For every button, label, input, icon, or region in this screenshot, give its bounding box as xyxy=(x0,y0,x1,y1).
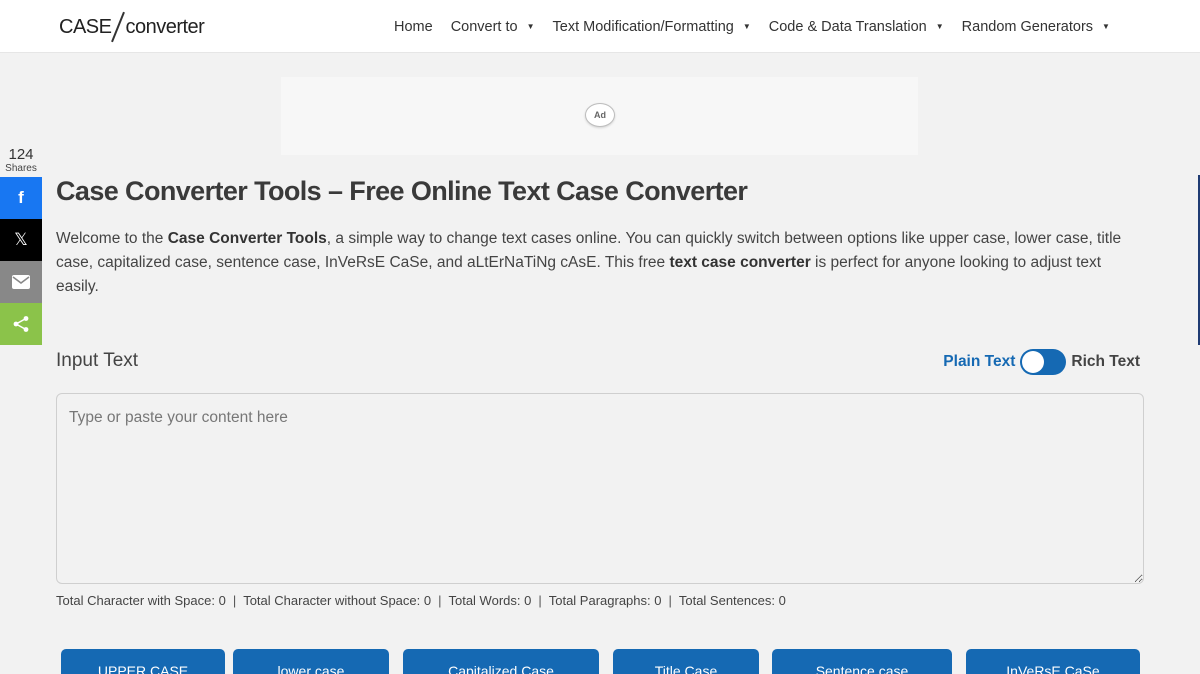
sentence-case-button[interactable]: Sentence case xyxy=(772,649,952,674)
nav-convert-to-label: Convert to xyxy=(450,18,518,35)
nav-random-generators[interactable]: Random Generators ▼ xyxy=(962,19,1110,35)
nav-code-data[interactable]: Code & Data Translation ▼ xyxy=(769,19,944,35)
title-case-button[interactable]: Title Case xyxy=(613,649,759,674)
stat-sentences: Total Sentences: 0 xyxy=(678,593,786,608)
site-logo[interactable]: CASE converter xyxy=(59,11,205,43)
ad-badge: Ad xyxy=(585,103,615,127)
capitalized-case-button[interactable]: Capitalized Case xyxy=(403,649,599,674)
text-stats: Total Character with Space: 0 | Total Ch… xyxy=(56,593,786,608)
share-icon xyxy=(13,316,29,332)
nav-convert-to[interactable]: Convert to ▼ xyxy=(451,19,535,35)
toggle-knob xyxy=(1022,351,1045,373)
stat-paragraphs: Total Paragraphs: 0 xyxy=(548,593,662,608)
more-share-button[interactable] xyxy=(0,303,42,345)
input-text-label: Input Text xyxy=(56,350,139,371)
caret-down-icon: ▼ xyxy=(1102,22,1110,31)
stat-words: Total Words: 0 xyxy=(448,593,532,608)
intro-bold-1: Case Converter Tools xyxy=(167,230,327,247)
nav-text-modification-label: Text Modification/Formatting xyxy=(552,18,734,35)
email-icon xyxy=(12,275,30,289)
case-buttons: UPPER CASE lower case Capitalized Case T… xyxy=(61,649,1141,674)
facebook-share-button[interactable]: f xyxy=(0,177,42,219)
upper-case-button[interactable]: UPPER CASE xyxy=(61,649,225,674)
share-count-label: Shares xyxy=(5,163,37,174)
text-mode-toggle[interactable] xyxy=(1020,349,1067,375)
caret-down-icon: ▼ xyxy=(935,22,944,31)
main-nav: Home Convert to ▼ Text Modification/Forma… xyxy=(394,0,1128,53)
rich-text-label[interactable]: Rich Text xyxy=(1071,353,1140,371)
ad-banner[interactable]: Ad xyxy=(281,77,918,155)
stat-separator: | xyxy=(538,593,542,608)
stat-separator: | xyxy=(438,593,442,608)
nav-home-label: Home xyxy=(394,18,433,35)
nav-code-data-label: Code & Data Translation xyxy=(768,18,927,35)
nav-random-generators-label: Random Generators xyxy=(961,18,1094,35)
share-count: 124 Shares xyxy=(0,143,42,177)
stat-chars-with-space: Total Character with Space: 0 xyxy=(56,593,226,608)
x-share-button[interactable]: 𝕏 xyxy=(0,219,42,261)
stat-separator: | xyxy=(668,593,672,608)
caret-down-icon: ▼ xyxy=(742,22,751,31)
stat-chars-without-space: Total Character without Space: 0 xyxy=(243,593,432,608)
logo-converter-text: converter xyxy=(125,15,205,38)
intro-text-1: Welcome to the xyxy=(56,230,168,247)
caret-down-icon: ▼ xyxy=(526,22,535,31)
intro-bold-2: text case converter xyxy=(669,254,811,271)
lower-case-button[interactable]: lower case xyxy=(233,649,389,674)
text-mode-toggle-group: Plain Text Rich Text xyxy=(943,349,1140,375)
share-count-number: 124 xyxy=(8,146,34,163)
nav-text-modification[interactable]: Text Modification/Formatting ▼ xyxy=(553,19,751,35)
inverse-case-button[interactable]: InVeRsE CaSe xyxy=(966,649,1140,674)
facebook-icon: f xyxy=(18,188,24,207)
plain-text-label[interactable]: Plain Text xyxy=(943,353,1015,371)
share-sidebar: 124 Shares f 𝕏 xyxy=(0,143,42,345)
intro-paragraph: Welcome to the Case Converter Tools, a s… xyxy=(56,227,1146,299)
nav-home[interactable]: Home xyxy=(394,19,433,35)
stat-separator: | xyxy=(232,593,237,608)
site-header: CASE converter Home Convert to ▼ Text Mod… xyxy=(0,0,1200,53)
x-icon: 𝕏 xyxy=(14,230,28,249)
logo-slash xyxy=(111,11,126,43)
input-textarea[interactable] xyxy=(56,393,1144,584)
page-title: Case Converter Tools – Free Online Text … xyxy=(56,176,748,206)
logo-case-text: CASE xyxy=(59,15,112,38)
email-share-button[interactable] xyxy=(0,261,42,303)
